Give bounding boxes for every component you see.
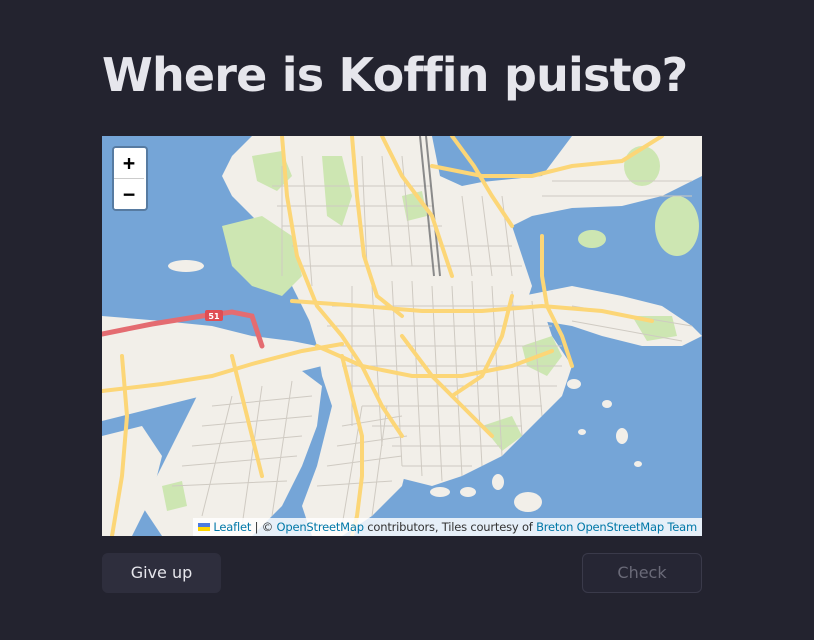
ukraine-flag-icon [198,523,211,531]
island [567,379,581,389]
attribution-separator: | © [251,520,277,534]
island [624,146,660,186]
map-attribution: Leaflet | © OpenStreetMap contributors, … [193,518,702,536]
zoom-out-button[interactable]: − [114,179,144,209]
island [156,341,176,351]
check-button[interactable]: Check [582,553,702,593]
quiz-page: Where is Koffin puisto? 51 + − Leaflet |… [0,0,814,640]
island [492,474,504,490]
zoom-control: + − [112,146,148,211]
openstreetmap-link[interactable]: OpenStreetMap [277,520,365,534]
question-title: Where is Koffin puisto? [102,48,688,102]
breton-osm-team-link[interactable]: Breton OpenStreetMap Team [536,520,697,534]
attribution-text: contributors, Tiles courtesy of [363,520,537,534]
map-view[interactable]: 51 + − Leaflet | © OpenStreetMap contrib… [102,136,702,536]
zoom-in-button[interactable]: + [114,148,144,179]
road-shield-51: 51 [208,312,220,321]
map-tiles[interactable]: 51 [102,136,702,536]
island [616,428,628,444]
island [514,492,542,512]
island [602,400,612,408]
leaflet-link[interactable]: Leaflet [213,520,251,534]
island [578,230,606,248]
island [430,487,450,497]
give-up-button[interactable]: Give up [102,553,221,593]
island [655,196,699,256]
island [634,461,642,467]
island [578,429,586,435]
island [460,487,476,497]
island [168,260,204,272]
